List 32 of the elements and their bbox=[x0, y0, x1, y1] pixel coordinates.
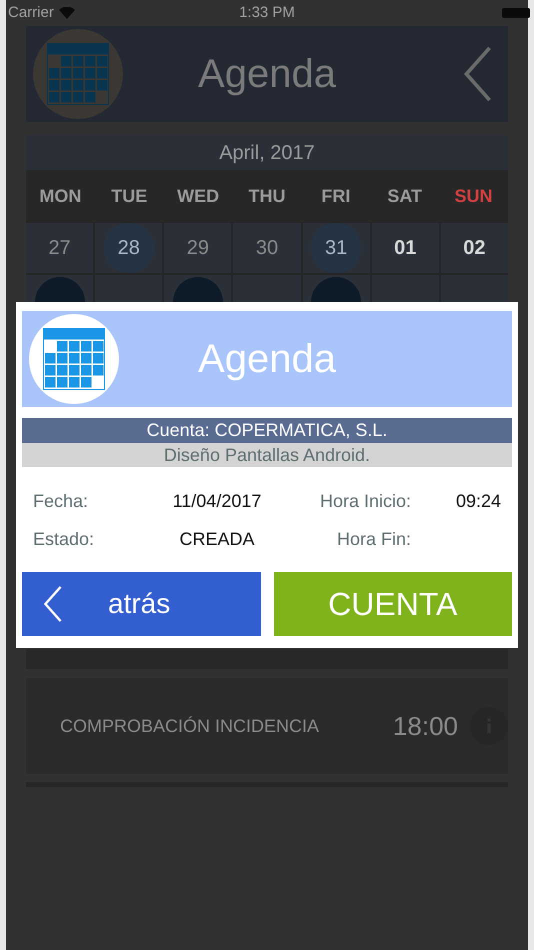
field-label: Hora Inicio: bbox=[318, 490, 411, 513]
weekday-label: SAT bbox=[386, 184, 424, 208]
field-value: 09:24 bbox=[454, 490, 501, 513]
day-cell[interactable]: 31 bbox=[302, 223, 370, 273]
weekday-label: THU bbox=[247, 184, 286, 208]
carrier-label: Carrier bbox=[8, 2, 54, 23]
day-cell[interactable]: 02 bbox=[440, 223, 508, 273]
field-label: Fecha: bbox=[33, 490, 90, 513]
dialog-title: Agenda bbox=[198, 336, 336, 383]
day-cell[interactable]: 01 bbox=[372, 223, 439, 273]
weekday-label: TUE bbox=[110, 184, 148, 208]
header-title: Agenda bbox=[198, 51, 336, 98]
field-label: Hora Fin: bbox=[336, 528, 411, 551]
day-cell[interactable]: 28 bbox=[95, 223, 162, 273]
field-value: CREADA bbox=[178, 528, 256, 551]
weekday-label: MON bbox=[38, 184, 82, 208]
field-label: Estado: bbox=[33, 528, 96, 551]
clock-time: 1:33 PM bbox=[239, 2, 295, 23]
event-time: 18:00 bbox=[392, 710, 458, 742]
account-name: Cuenta: COPERMATICA, S.L. bbox=[146, 419, 388, 442]
back-button[interactable]: atrás bbox=[22, 572, 260, 636]
description-text: Diseño Pantallas Android. bbox=[164, 444, 370, 466]
event-card[interactable]: COMPROBACIÓN INCIDENCIA 18:00 bbox=[26, 678, 508, 774]
month-label: April, 2017 bbox=[219, 140, 315, 166]
day-cell[interactable]: 30 bbox=[233, 223, 301, 273]
event-title: COMPROBACIÓN INCIDENCIA bbox=[60, 714, 320, 738]
day-cell[interactable]: 29 bbox=[164, 223, 232, 273]
field-value: 11/04/2017 bbox=[172, 490, 262, 513]
weekday-label: FRI bbox=[320, 184, 352, 208]
day-cell[interactable]: 27 bbox=[26, 223, 94, 273]
weekday-label: SUN bbox=[454, 184, 494, 208]
weekday-label: WED bbox=[176, 184, 220, 208]
